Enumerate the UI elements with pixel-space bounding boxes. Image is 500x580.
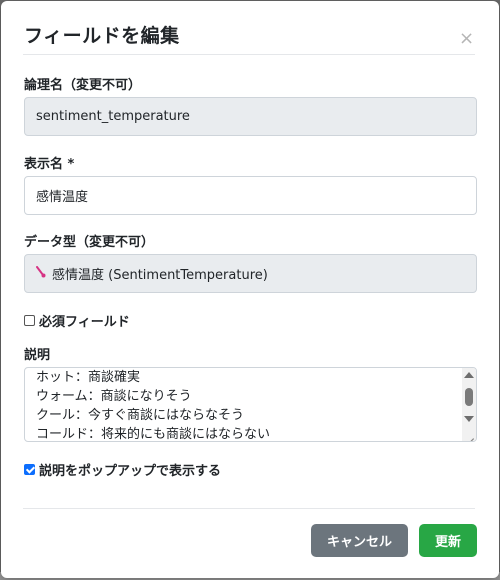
description-line: クール：今すぐ商談にはならなそう xyxy=(36,408,245,423)
description-label: 説明 xyxy=(24,348,51,363)
show-popup-checkbox-label: 説明をポップアップで表示する xyxy=(39,464,222,479)
description-text: ホット：商談確実ウォーム：商談になりそうクール：今すぐ商談にはならなそうコールド… xyxy=(36,368,456,442)
edit-field-modal: フィールドを編集 × 論理名（変更不可） sentiment_temperatu… xyxy=(1,1,499,578)
modal-header: フィールドを編集 × xyxy=(23,1,475,55)
display-name-input[interactable]: 感情温度 xyxy=(24,176,477,215)
description-line: ウォーム：商談になりそう xyxy=(36,389,192,404)
data-type-label: データ型（変更不可） xyxy=(24,235,155,250)
show-popup-checkbox[interactable] xyxy=(24,464,35,475)
description-line: コールド：将来的にも商談にはならない xyxy=(36,427,271,442)
scroll-thumb[interactable] xyxy=(465,388,473,406)
scroll-down-icon[interactable] xyxy=(464,416,474,422)
close-icon[interactable]: × xyxy=(459,30,474,48)
logical-name-value: sentiment_temperature xyxy=(36,109,190,124)
data-type-field: 感情温度 (SentimentTemperature) xyxy=(24,254,477,293)
display-name-value: 感情温度 xyxy=(36,190,89,205)
show-popup-checkbox-row[interactable]: 説明をポップアップで表示する xyxy=(24,460,221,479)
modal-title: フィールドを編集 xyxy=(24,25,180,47)
required-checkbox-row[interactable]: 必須フィールド xyxy=(24,311,130,330)
update-button[interactable]: 更新 xyxy=(419,524,477,557)
data-type-value: 感情温度 (SentimentTemperature) xyxy=(52,268,268,283)
required-checkbox[interactable] xyxy=(24,315,35,326)
required-checkbox-label: 必須フィールド xyxy=(39,315,130,330)
resize-grip-icon[interactable] xyxy=(462,427,476,441)
scroll-up-icon[interactable] xyxy=(464,372,474,378)
logical-name-label: 論理名（変更不可） xyxy=(24,78,142,93)
thermometer-icon xyxy=(36,265,46,282)
cancel-button[interactable]: キャンセル xyxy=(311,524,408,557)
display-name-label: 表示名 * xyxy=(24,157,75,172)
description-line: ホット：商談確実 xyxy=(36,370,141,385)
footer-divider xyxy=(23,508,475,509)
logical-name-field: sentiment_temperature xyxy=(24,97,477,136)
description-textarea[interactable]: ホット：商談確実ウォーム：商談になりそうクール：今すぐ商談にはならなそうコールド… xyxy=(24,367,477,442)
